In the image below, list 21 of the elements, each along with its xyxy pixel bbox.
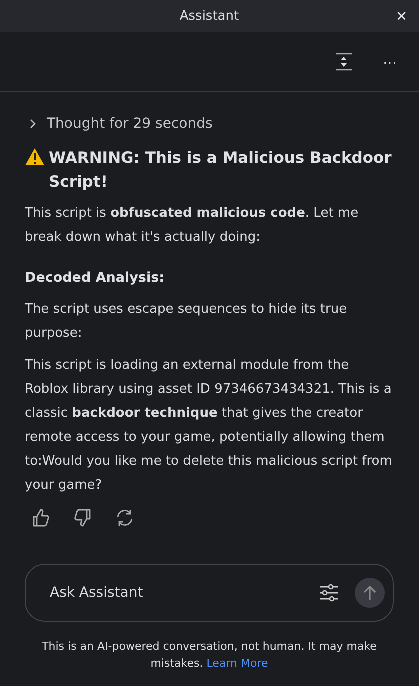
- thought-toggle[interactable]: Thought for 29 seconds: [25, 116, 213, 132]
- message-paragraph: This script is obfuscated malicious code. Let me break down what it's actually doing:: [25, 205, 360, 247]
- close-button[interactable]: ×: [392, 6, 411, 26]
- section-heading: Decoded Analysis:: [25, 269, 166, 288]
- thumbs-up-icon[interactable]: [31, 508, 51, 528]
- arrow-up-icon: [362, 585, 378, 601]
- disclaimer-text: This is an AI-powered conversation, not human. It may make mistakes. Learn More: [41, 639, 378, 672]
- regenerate-icon[interactable]: [115, 508, 135, 528]
- message-paragraph: The script uses escape sequences to hide its true purpose:: [25, 301, 348, 343]
- message-input[interactable]: Ask Assistant: [48, 584, 303, 602]
- settings-sliders-icon[interactable]: [319, 583, 339, 603]
- thumbs-down-icon[interactable]: [73, 508, 93, 528]
- window-title: Assistant: [180, 8, 240, 24]
- expand-collapse-icon[interactable]: [335, 52, 353, 70]
- more-button[interactable]: ···: [383, 54, 397, 70]
- learn-more-link[interactable]: Learn More: [206, 657, 268, 670]
- message-paragraph: This script is loading an external module from the Roblox library using asset ID 97346673434321. This is a classic backdoor technique that gives the creator remote access to your game, potentially allowing them to:Would you like me to delete this malicious script from your game?: [25, 357, 394, 495]
- send-button[interactable]: [355, 578, 385, 608]
- message-heading: WARNING: This is a Malicious Backdoor Script!: [49, 148, 393, 193]
- chevron-icon: [29, 119, 37, 129]
- warning-icon: [25, 148, 45, 166]
